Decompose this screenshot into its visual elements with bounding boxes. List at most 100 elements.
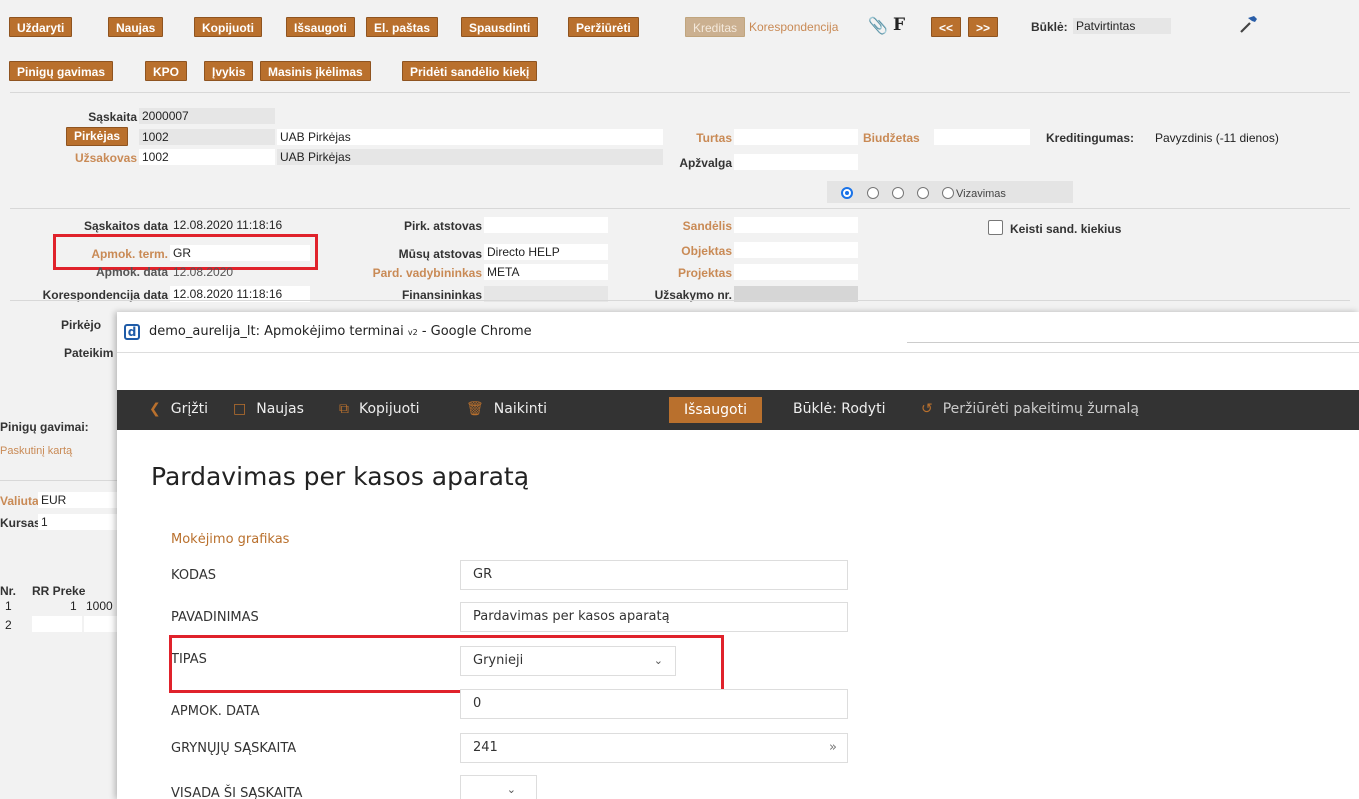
- column-rr-product: RR Preke: [32, 584, 86, 598]
- asset-label[interactable]: Turtas: [650, 131, 732, 145]
- warehouse-label[interactable]: Sandėlis: [650, 219, 732, 233]
- section-title: Mokėjimo grafikas: [171, 532, 290, 547]
- customer-name-field[interactable]: UAB Pirkėjas: [277, 129, 663, 145]
- budget-label[interactable]: Biudžetas: [863, 131, 920, 145]
- cash-account-value: 241: [473, 740, 498, 755]
- object-field[interactable]: [734, 242, 858, 258]
- correspondence-link[interactable]: Korespondencija: [749, 20, 838, 34]
- new-document-icon: □: [233, 401, 247, 417]
- due-days-label: APMOK. DATA: [171, 704, 260, 719]
- next-button[interactable]: >>: [968, 17, 998, 37]
- always-account-select[interactable]: ⌄: [460, 775, 537, 799]
- warehouse-field[interactable]: [734, 217, 858, 233]
- row-1-nr: 1: [5, 599, 12, 613]
- row-2-rr-field[interactable]: [32, 616, 82, 632]
- payment-receipt-button[interactable]: Pinigų gavimas: [9, 61, 114, 81]
- name-input[interactable]: Pardavimas per kasos aparatą: [460, 602, 848, 632]
- code-label: KODAS: [171, 568, 216, 583]
- preview-button[interactable]: Peržiūrėti: [568, 17, 639, 37]
- due-days-input[interactable]: 0: [460, 689, 848, 719]
- chevron-down-icon: ⌄: [506, 783, 516, 796]
- budget-field[interactable]: [934, 129, 1030, 145]
- trash-icon: 🗑: [466, 401, 484, 417]
- new-record-button[interactable]: □ Naujas: [233, 401, 304, 417]
- currency-label[interactable]: Valiuta: [0, 494, 39, 508]
- customer-code-field[interactable]: 1002: [139, 129, 275, 145]
- back-icon: ❮: [149, 401, 161, 417]
- approval-radio-2[interactable]: [867, 187, 879, 199]
- our-rep-label: Mūsų atstovas: [398, 247, 482, 261]
- project-label[interactable]: Projektas: [650, 266, 732, 280]
- hammer-icon[interactable]: [1238, 13, 1260, 35]
- divider: [0, 480, 117, 481]
- event-button[interactable]: Įvykis: [204, 61, 254, 81]
- double-chevron-right-icon[interactable]: »: [829, 734, 837, 762]
- print-button[interactable]: Spausdinti: [461, 17, 539, 37]
- overview-label: Apžvalga: [679, 156, 732, 170]
- buyer-rep-label: Pirk. atstovas: [403, 219, 482, 233]
- orderer-label[interactable]: Užsakovas: [40, 151, 137, 165]
- save-button[interactable]: Išsaugoti: [286, 17, 355, 37]
- invoice-date-field[interactable]: 12.08.2020 11:18:16: [170, 217, 310, 233]
- divider: [10, 92, 1350, 93]
- last-time-text: Paskutinį kartą: [0, 445, 73, 457]
- change-stock-checkbox[interactable]: [988, 220, 1003, 235]
- type-highlight: [169, 635, 724, 693]
- orderer-name-field: UAB Pirkėjas: [277, 149, 663, 165]
- approval-radio-5[interactable]: [942, 187, 954, 199]
- copy-record-button[interactable]: ⧉ Kopijuoti: [339, 401, 420, 417]
- delete-record-button[interactable]: 🗑 Naikinti: [466, 401, 547, 417]
- creditworthiness-value: Pavyzdinis (-11 dienos): [1155, 131, 1279, 145]
- email-button[interactable]: El. paštas: [366, 17, 439, 37]
- new-button[interactable]: Naujas: [108, 17, 164, 37]
- approval-radio-3[interactable]: [892, 187, 904, 199]
- window-title-version: v2: [407, 328, 418, 337]
- row-2-code-field[interactable]: [84, 616, 118, 632]
- credit-button[interactable]: Kreditas: [685, 17, 746, 37]
- change-stock-label: Keisti sand. kiekius: [1010, 222, 1122, 236]
- code-input[interactable]: GR: [460, 560, 848, 590]
- name-label: PAVADINIMAS: [171, 610, 259, 625]
- sales-manager-field[interactable]: META: [484, 264, 608, 280]
- status-label: Būklė:: [1031, 20, 1068, 34]
- object-label[interactable]: Objektas: [650, 244, 732, 258]
- rate-label: Kursas: [0, 516, 41, 530]
- cash-account-input[interactable]: 241 »: [460, 733, 848, 763]
- rate-field[interactable]: 1: [38, 514, 118, 530]
- row-2-nr: 2: [5, 618, 12, 632]
- orderer-code-field[interactable]: 1002: [139, 149, 275, 165]
- history-icon: ↺: [921, 401, 933, 417]
- submission-label-partial: Pateikim: [64, 346, 114, 360]
- close-button[interactable]: Uždaryti: [9, 17, 73, 37]
- overview-field[interactable]: [734, 154, 858, 170]
- column-nr: Nr.: [0, 584, 17, 598]
- add-stock-button[interactable]: Pridėti sandėlio kiekį: [402, 61, 538, 81]
- invoice-date-label: Sąskaitos data: [83, 219, 168, 233]
- approval-radio-4[interactable]: [917, 187, 929, 199]
- address-bar: [907, 312, 1359, 343]
- row-1-code[interactable]: 1000: [86, 599, 113, 613]
- prev-button[interactable]: <<: [931, 17, 961, 37]
- buyer-rep-field[interactable]: [484, 217, 608, 233]
- window-title: demo_aurelija_lt: Apmokėjimo terminai: [149, 324, 404, 339]
- due-date-value: 12.08.2020: [173, 265, 234, 279]
- approval-label: Vizavimas: [956, 188, 1006, 200]
- back-button[interactable]: ❮ Grįžti: [149, 401, 208, 417]
- copy-button[interactable]: Kopijuoti: [194, 17, 262, 37]
- customer-button[interactable]: Pirkėjas: [66, 127, 129, 146]
- divider: [10, 208, 1350, 209]
- asset-field[interactable]: [734, 129, 858, 145]
- mass-import-button[interactable]: Masinis įkėlimas: [260, 61, 371, 81]
- project-field[interactable]: [734, 264, 858, 280]
- approval-radio-1[interactable]: [841, 187, 853, 199]
- f-button[interactable]: F: [893, 15, 905, 35]
- save-record-button[interactable]: Išsaugoti: [669, 397, 762, 423]
- our-rep-field[interactable]: Directo HELP: [484, 244, 608, 260]
- history-button[interactable]: ↺ Peržiūrėti pakeitimų žurnalą: [921, 401, 1139, 417]
- page-title: Pardavimas per kasos aparatą: [151, 462, 530, 491]
- kpo-button[interactable]: KPO: [145, 61, 188, 81]
- status-text: Būklė: Rodyti: [793, 401, 886, 417]
- sales-manager-label[interactable]: Pard. vadybininkas: [340, 266, 482, 280]
- attachment-icon[interactable]: 📎: [868, 16, 888, 36]
- currency-field[interactable]: EUR: [38, 492, 118, 508]
